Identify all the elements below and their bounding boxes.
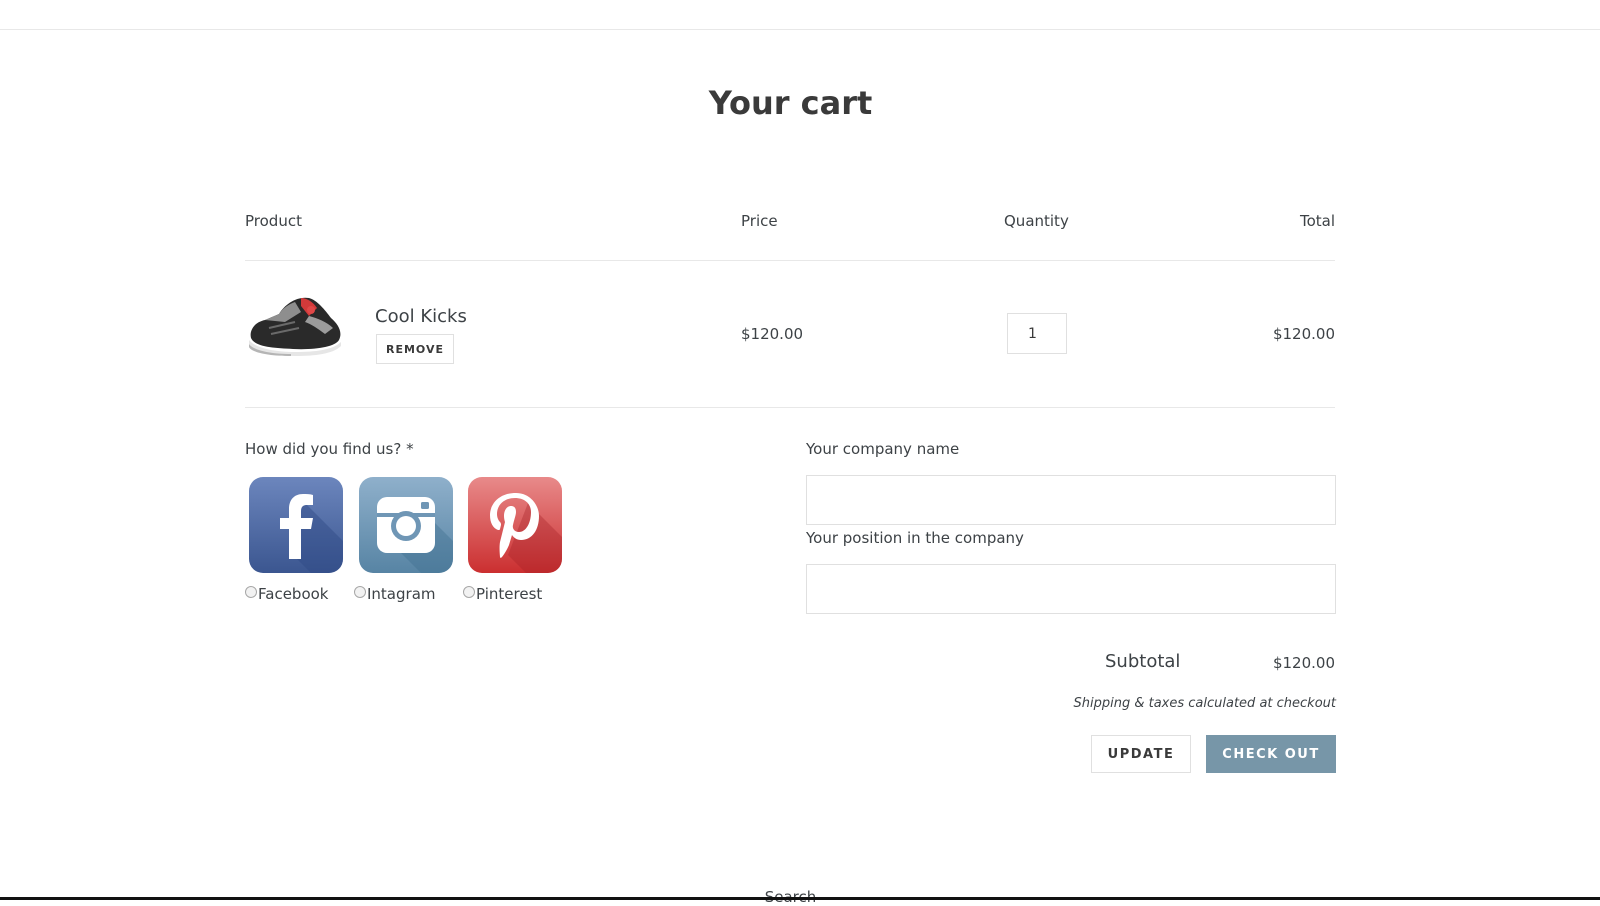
item-line-total: $120.00 [1272,325,1335,343]
divider [245,260,1335,261]
radio-instagram[interactable]: Intagram [354,585,436,603]
company-position-field[interactable] [806,564,1336,614]
column-header-price: Price [741,212,778,230]
company-name-field[interactable] [806,475,1336,525]
sneaker-image[interactable] [245,292,343,356]
radio-label: Facebook [258,585,329,603]
radio-label: Pinterest [476,585,543,603]
column-header-product: Product [245,212,302,230]
column-header-total: Total [1299,212,1335,230]
column-header-quantity: Quantity [1004,212,1069,230]
page-title: Your cart [708,84,873,122]
pinterest-icon[interactable] [468,477,562,573]
radio-button[interactable] [245,586,257,598]
subtotal-label: Subtotal [1105,651,1181,672]
instagram-icon[interactable] [359,477,453,573]
product-name-link[interactable]: Cool Kicks [375,306,467,327]
divider [245,407,1335,408]
item-price: $120.00 [741,325,804,343]
radio-label: Intagram [367,585,436,603]
quantity-input[interactable] [1007,313,1067,354]
checkout-button[interactable]: CHECK OUT [1206,735,1336,773]
radio-pinterest[interactable]: Pinterest [463,585,542,603]
company-position-label: Your position in the company [806,529,1024,547]
how-found-label: How did you find us? * [245,440,414,458]
radio-button[interactable] [463,586,475,598]
update-button[interactable]: UPDATE [1091,735,1191,773]
site-header-bar [0,0,1600,30]
facebook-icon[interactable] [249,477,343,573]
subtotal-value: $120.00 [1272,654,1335,672]
remove-button[interactable]: REMOVE [376,334,454,364]
radio-facebook[interactable]: Facebook [245,585,328,603]
company-name-label: Your company name [806,440,960,458]
radio-button[interactable] [354,586,366,598]
shipping-note: Shipping & taxes calculated at checkout [1073,696,1337,711]
